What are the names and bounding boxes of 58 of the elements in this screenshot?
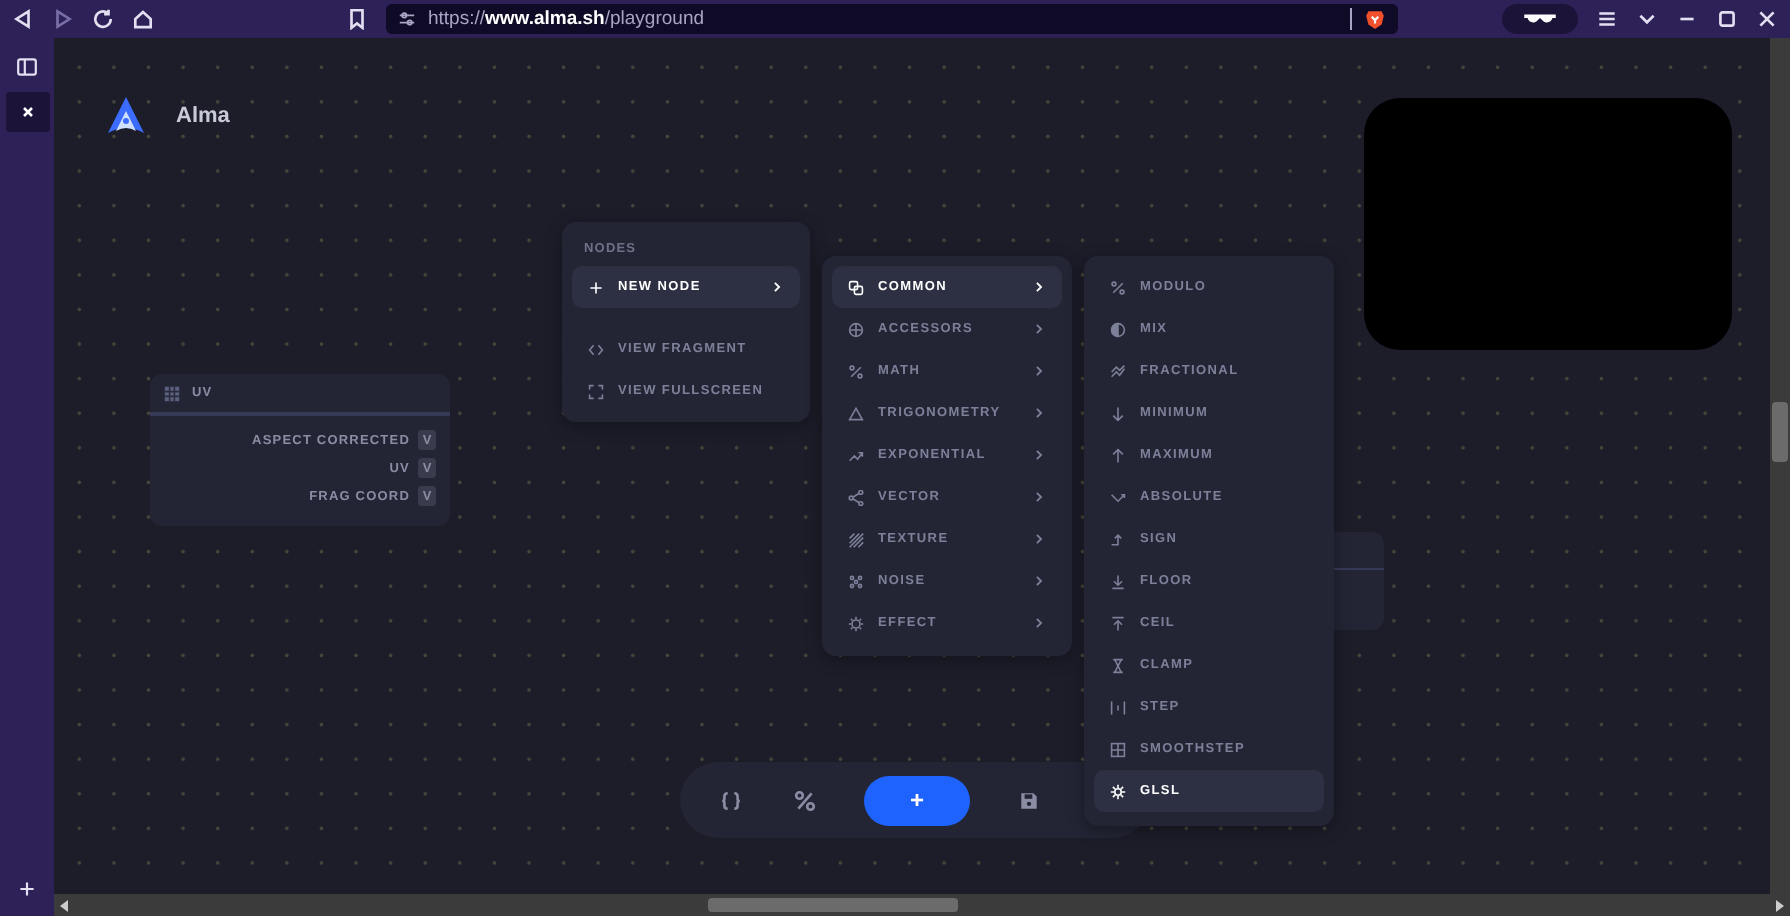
sidebar-icon[interactable] [16,56,38,78]
maximize-icon[interactable] [1716,8,1738,30]
plus-icon [588,279,604,295]
dots-icon [848,573,864,589]
home-icon[interactable] [132,8,154,30]
grid-icon [1110,741,1126,757]
chevron-right-icon [1032,532,1046,546]
chevron-right-icon [1032,448,1046,462]
corner-arrow-icon [1110,531,1126,547]
square-stack-icon [848,279,864,295]
glasses-icon [1522,10,1558,28]
private-window-button[interactable] [1502,4,1578,34]
sun-icon [848,615,864,631]
trend-icon [848,447,864,463]
hatch-icon [848,531,864,547]
branch-icon [848,489,864,505]
site-settings-icon[interactable] [398,10,416,28]
percent-icon [848,363,864,379]
chevron-right-icon [1032,574,1046,588]
app-name: Alma [176,104,230,128]
add-icon[interactable] [16,878,38,900]
back-icon[interactable] [12,8,34,30]
save-icon[interactable] [1018,789,1040,811]
reload-icon[interactable] [92,8,114,30]
menu-icon[interactable] [1596,8,1618,30]
code-icon [588,341,604,357]
fullscreen-icon [588,383,604,399]
scrollbar-thumb[interactable] [708,898,958,912]
code-icon[interactable] [720,789,742,811]
chevron-right-icon [1032,364,1046,378]
hourglass-icon [1110,657,1126,673]
close-icon[interactable] [1756,8,1778,30]
gear-icon [1110,783,1126,799]
scrollbar-thumb[interactable] [1772,402,1788,462]
add-node-button[interactable]: + [864,775,970,825]
close-button[interactable] [5,92,49,132]
arrow-down-icon [1110,405,1126,421]
half-circle-icon [1110,321,1126,337]
wave-icon [1110,363,1126,379]
chevron-right-icon [1032,280,1046,294]
percent-icon[interactable] [794,789,816,811]
chevron-right-icon [770,280,784,294]
chevron-right-icon [1032,406,1046,420]
lion-shield-icon[interactable] [1364,8,1386,30]
close-icon [17,102,37,122]
ceil-icon [1110,615,1126,631]
bookmark-icon[interactable] [346,8,368,30]
floor-icon [1110,573,1126,589]
triangle-icon [848,405,864,421]
grid-icon [164,385,180,401]
step-icon [1110,699,1126,715]
chevron-right-icon [1032,490,1046,504]
arrow-up-icon [1110,447,1126,463]
chevron-right-icon [1032,322,1046,336]
percent-icon [1110,279,1126,295]
address-bar[interactable]: https://www.alma.sh/playground [386,4,1398,34]
chevron-right-icon [1032,616,1046,630]
arrow-turn-icon [1110,489,1126,505]
